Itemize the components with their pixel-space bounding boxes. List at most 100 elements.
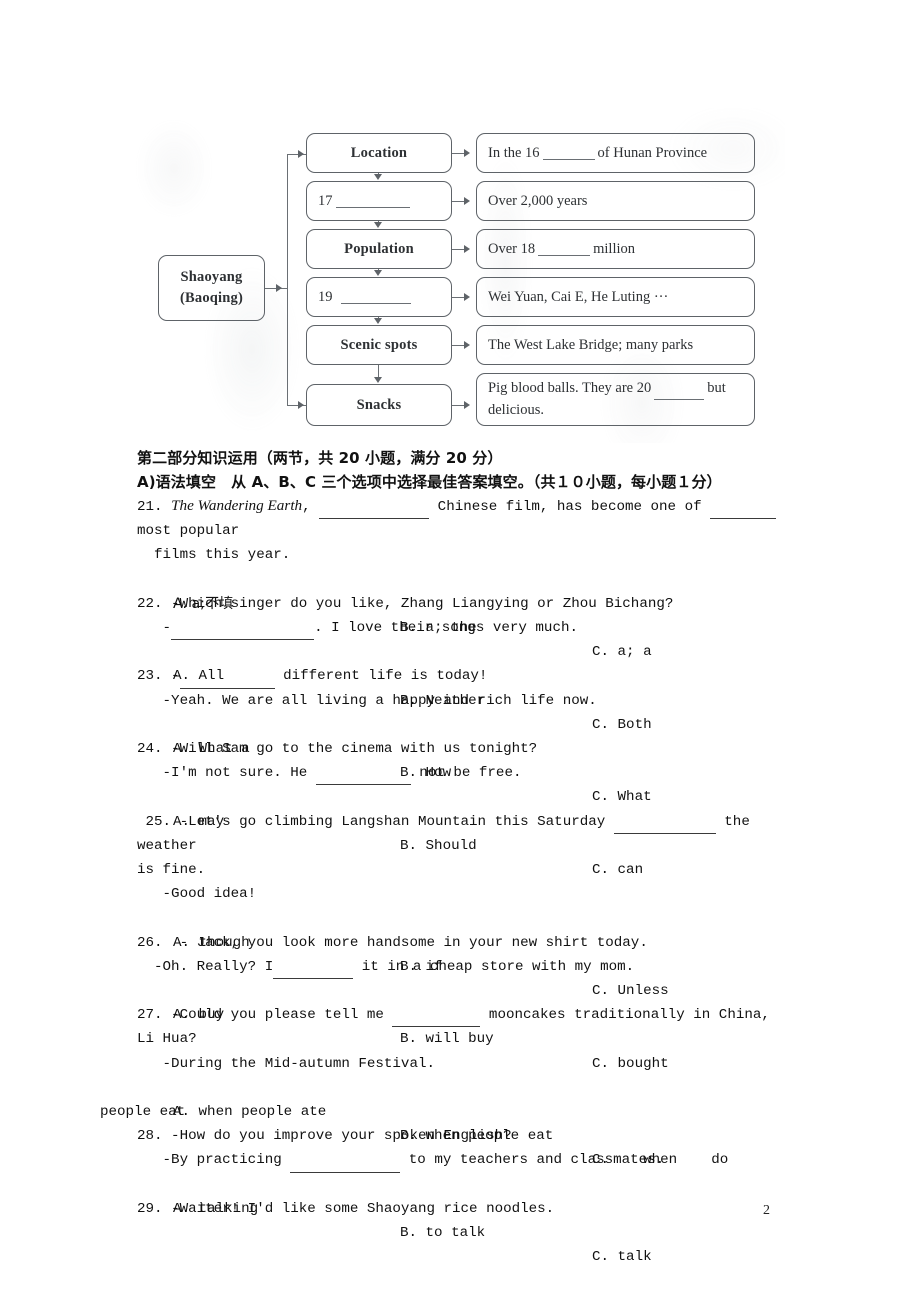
arrow-cat3-cat4 bbox=[374, 318, 382, 324]
q21-option-b[interactable]: B. a; the bbox=[400, 616, 477, 640]
q21-blank-1 bbox=[319, 505, 430, 520]
category-number-17: 17 bbox=[318, 192, 333, 209]
arrow-cat0-cat1 bbox=[374, 174, 382, 180]
q25-blank bbox=[613, 820, 716, 834]
q26-option-b[interactable]: B. will buy bbox=[400, 1027, 494, 1051]
arrow-trunk-to-location bbox=[298, 150, 304, 158]
question-21-line2: films this year. bbox=[137, 547, 291, 564]
flowchart-category-3: 19 bbox=[306, 277, 452, 317]
question-26-line2: -Oh. Really? I it in a cheap store with … bbox=[137, 955, 787, 979]
question-22-line1: 22. -Which singer do you like, Zhang Lia… bbox=[137, 595, 674, 612]
q24-blank bbox=[315, 771, 411, 786]
arrow-cat4-cat5 bbox=[374, 377, 382, 383]
flowchart-category-1: 17 bbox=[306, 181, 452, 221]
detail-text-2-pre: Over 18 bbox=[488, 240, 536, 257]
flowchart-detail-3: Wei Yuan, Cai E, He Luting ··· bbox=[476, 277, 755, 317]
question-28-options: A. talking B. to talk C. talk bbox=[137, 1173, 787, 1265]
arrow-root-to-trunk bbox=[276, 284, 282, 292]
q27-blank bbox=[392, 1013, 481, 1028]
question-23-line1: 23. - different life is today! bbox=[137, 664, 787, 689]
category-label-snacks: Snacks bbox=[356, 396, 402, 413]
question-27-line2: -During the Mid-autumn Festival. bbox=[137, 1055, 435, 1072]
arrow-cat4-detail4 bbox=[464, 341, 470, 349]
arrow-cat2-cat3 bbox=[374, 270, 382, 276]
root-label-line2: (Baoqing) bbox=[179, 290, 244, 306]
heading-part-two: 第二部分知识运用（两节，共 20 小题，满分 20 分） bbox=[137, 449, 503, 467]
question-27-options: A. when people ate B. when people eat C.… bbox=[137, 1076, 787, 1168]
q27-option-c[interactable]: C. when do bbox=[592, 1148, 728, 1172]
flowchart-detail-1: Over 2,000 years bbox=[476, 181, 755, 221]
q22-option-b[interactable]: B. Neither bbox=[400, 689, 485, 713]
q21-number: 21. bbox=[137, 499, 172, 515]
detail-text-0-pre: In the 16 bbox=[488, 144, 540, 161]
flowchart-category-4: Scenic spots bbox=[306, 325, 452, 365]
q22-option-a[interactable]: A. All bbox=[173, 664, 224, 688]
q26-blank bbox=[273, 965, 354, 979]
q24-option-a[interactable]: A. may bbox=[173, 810, 224, 834]
q27-option-a[interactable]: A. when people ate bbox=[173, 1100, 326, 1124]
root-label-line1: Shaoyang bbox=[180, 268, 243, 285]
q28-option-c[interactable]: C. talk bbox=[592, 1245, 652, 1269]
flowchart-root-node: Shaoyang (Baoqing) bbox=[158, 255, 265, 321]
q23-option-b[interactable]: B. How bbox=[400, 761, 451, 785]
detail-text-0-post: of Hunan Province bbox=[597, 144, 708, 161]
shaoyang-flowchart: Shaoyang (Baoqing) Location 17 Populatio… bbox=[135, 108, 785, 443]
question-25-options: A. though B. if C. Unless bbox=[137, 906, 787, 999]
category-label-scenic-spots: Scenic spots bbox=[340, 336, 418, 353]
flowchart-detail-4: The West Lake Bridge; many parks bbox=[476, 325, 755, 365]
category-blank-19 bbox=[340, 290, 411, 305]
flowchart-detail-5: Pig blood balls. They are 20 but deliciou… bbox=[476, 373, 755, 426]
flowchart-category-0: Location bbox=[306, 133, 452, 173]
category-blank-17 bbox=[335, 194, 410, 209]
connector-trunk bbox=[287, 154, 289, 406]
q21-option-a[interactable]: A. a;不填 bbox=[173, 592, 233, 617]
q27-option-b[interactable]: B. when people eat bbox=[400, 1124, 553, 1148]
q21-blank-2 bbox=[710, 505, 777, 520]
q21-stem-c: most popular bbox=[137, 523, 240, 540]
flowchart-detail-2: Over 18 million bbox=[476, 229, 755, 269]
question-24-line2: -I'm not sure. He not be free. bbox=[137, 761, 787, 786]
flowchart-category-2: Population bbox=[306, 229, 452, 269]
detail-text-1: Over 2,000 years bbox=[488, 192, 588, 209]
q24-option-b[interactable]: B. Should bbox=[400, 834, 477, 858]
detail-text-5-pre: Pig blood balls. They are 20 bbox=[488, 380, 652, 397]
q26-option-c[interactable]: C. bought bbox=[592, 1052, 669, 1076]
flowchart-category-5: Snacks bbox=[306, 384, 452, 426]
detail-blank-18 bbox=[538, 242, 591, 257]
question-26-options: A. buy B. will buy C. bought bbox=[137, 979, 787, 1071]
question-24-options: A. may B. Should C. can bbox=[137, 785, 787, 878]
q25-option-b[interactable]: B. if bbox=[400, 955, 443, 979]
q28-option-a[interactable]: A. talking bbox=[173, 1197, 258, 1221]
arrow-trunk-to-snacks bbox=[298, 401, 304, 409]
q26-option-a[interactable]: A. buy bbox=[173, 1003, 224, 1027]
arrow-cat3-detail3 bbox=[464, 293, 470, 301]
arrow-cat1-detail1 bbox=[464, 197, 470, 205]
q22-blank bbox=[171, 626, 315, 641]
category-number-19: 19 bbox=[318, 288, 333, 305]
detail-text-3: Wei Yuan, Cai E, He Luting ··· bbox=[488, 288, 669, 305]
flowchart-detail-0: In the 16 of Hunan Province bbox=[476, 133, 755, 173]
q21-italic-title: The Wandering Earth bbox=[171, 497, 303, 514]
question-21-options: A. a;不填 B. a; the C. a; a bbox=[137, 568, 787, 660]
question-body: 第二部分知识运用（两节，共 20 小题，满分 20 分） A)语法填空 从 A、… bbox=[100, 446, 787, 1265]
arrow-cat1-cat2 bbox=[374, 222, 382, 228]
detail-blank-16 bbox=[542, 146, 595, 161]
page-number: 2 bbox=[763, 1203, 770, 1218]
detail-blank-20 bbox=[654, 385, 705, 400]
q28-blank bbox=[290, 1159, 401, 1173]
question-23-options: A. What a B. How C. What bbox=[137, 713, 787, 805]
q23-line1-post: different life is today! bbox=[274, 668, 488, 685]
q21-stem-b: Chinese film, has become one of bbox=[429, 499, 711, 515]
q21-stem-a: , bbox=[302, 499, 320, 515]
category-label-population: Population bbox=[344, 240, 414, 257]
q23-option-a[interactable]: A. What a bbox=[173, 737, 250, 761]
arrow-cat2-detail2 bbox=[464, 245, 470, 253]
q25-option-a[interactable]: A. though bbox=[173, 931, 250, 955]
question-25-line3: -Good idea! bbox=[137, 886, 257, 903]
q26-line2-post: it in a cheap store with my mom. bbox=[353, 958, 635, 975]
arrow-cat0-detail0 bbox=[464, 149, 470, 157]
q24-option-c[interactable]: C. can bbox=[592, 858, 643, 882]
question-21-stem: 21. The Wandering Earth, Chinese film, h… bbox=[137, 494, 787, 543]
q28-option-b[interactable]: B. to talk bbox=[400, 1221, 485, 1245]
detail-text-4: The West Lake Bridge; many parks bbox=[488, 336, 694, 353]
